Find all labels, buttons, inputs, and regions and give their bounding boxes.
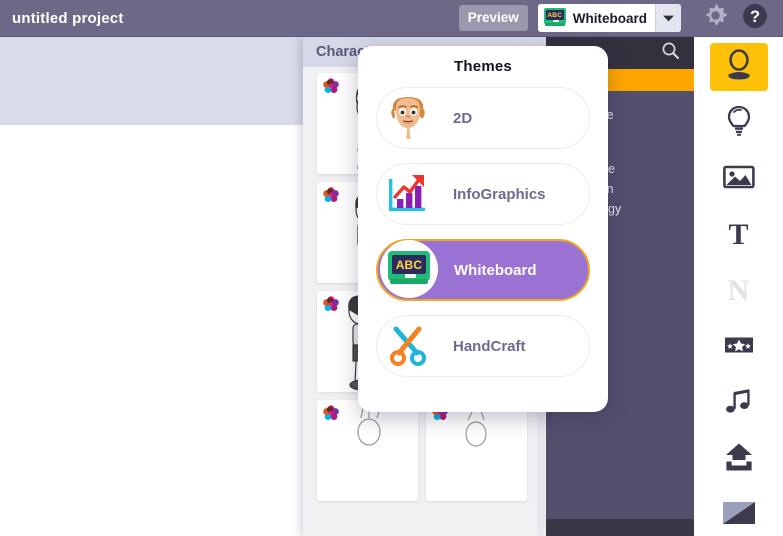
scissors-icon — [377, 315, 439, 377]
music-note-icon — [725, 387, 753, 420]
chalkboard-chalk — [405, 274, 416, 278]
sidebar-item-background[interactable] — [710, 491, 768, 536]
abc-chalkboard-icon: ABC — [378, 239, 440, 301]
background-swatch-icon — [722, 501, 755, 529]
sidebar-item-effects[interactable] — [710, 323, 768, 371]
theme-label: InfoGraphics — [453, 185, 546, 203]
lightbulb-icon — [726, 105, 752, 142]
theme-selector-value[interactable]: ABC Whiteboard — [537, 4, 655, 32]
chalkboard-text: ABC — [395, 257, 423, 272]
top-bar: untitled project Preview ABC Whiteboard — [0, 0, 783, 37]
search-icon[interactable] — [661, 41, 680, 65]
theme-label: 2D — [453, 109, 473, 127]
topbar-actions: ? — [703, 3, 768, 34]
page-title: Themes — [454, 58, 512, 75]
theme-option-infographics[interactable]: InfoGraphics — [376, 163, 590, 225]
stars-effect-icon — [724, 334, 754, 361]
chalkboard-text: ABC — [547, 11, 563, 19]
image-icon — [722, 164, 755, 195]
themes-popup: Themes 2D InfoGraphics ABC Whiteboard Ha… — [358, 46, 608, 412]
text-tool-icon: T — [728, 218, 749, 251]
theme-selector-label: Whiteboard — [572, 10, 647, 26]
sidebar-item-numbers[interactable]: N — [710, 267, 768, 315]
theme-option-2d[interactable]: 2D — [376, 87, 590, 149]
chevron-down-icon[interactable] — [655, 4, 681, 32]
sidebar-item-upload[interactable] — [710, 435, 768, 483]
sidebar-item-images[interactable] — [710, 155, 768, 203]
theme-selector-dropdown[interactable]: ABC Whiteboard — [537, 4, 681, 32]
number-tool-icon: N — [727, 274, 750, 307]
sidebar-item-props[interactable] — [710, 99, 768, 147]
flower-palette-icon — [322, 404, 340, 422]
chalkboard-surface: ABC — [545, 10, 564, 20]
help-icon[interactable]: ? — [742, 3, 768, 34]
sidebar-item-characters[interactable] — [709, 43, 768, 91]
theme-option-handcraft[interactable]: HandCraft — [376, 315, 590, 377]
chalkboard-surface: ABC — [392, 255, 426, 274]
upload-icon — [724, 442, 754, 477]
right-toolbar: T N — [694, 37, 783, 536]
chalkboard-ledge — [544, 23, 565, 26]
theme-label: Whiteboard — [454, 261, 537, 279]
svg-text:?: ? — [750, 8, 760, 26]
page-title: untitled project — [12, 9, 124, 27]
theme-label: HandCraft — [453, 337, 526, 355]
bar-chart-arrow-icon — [377, 163, 439, 225]
sidebar-item-text[interactable]: T — [710, 211, 768, 259]
table-row[interactable] — [426, 400, 527, 501]
theme-option-whiteboard[interactable]: ABC Whiteboard — [376, 239, 590, 301]
character-icon — [724, 48, 754, 86]
flower-palette-icon — [322, 295, 340, 313]
table-row[interactable] — [317, 400, 418, 501]
sidebar-item-audio[interactable] — [710, 379, 768, 427]
abc-chalkboard-icon: ABC — [543, 8, 566, 28]
preview-button[interactable]: Preview — [458, 5, 528, 31]
flower-palette-icon — [322, 77, 340, 95]
app-root: Corporate Fashion Adventure Education Te… — [0, 0, 783, 536]
flower-palette-icon — [322, 186, 340, 204]
gear-icon[interactable] — [703, 3, 728, 33]
chalkboard-ledge — [390, 279, 428, 284]
cartoon-face-icon — [377, 87, 439, 149]
chalkboard-chalk — [552, 20, 559, 23]
